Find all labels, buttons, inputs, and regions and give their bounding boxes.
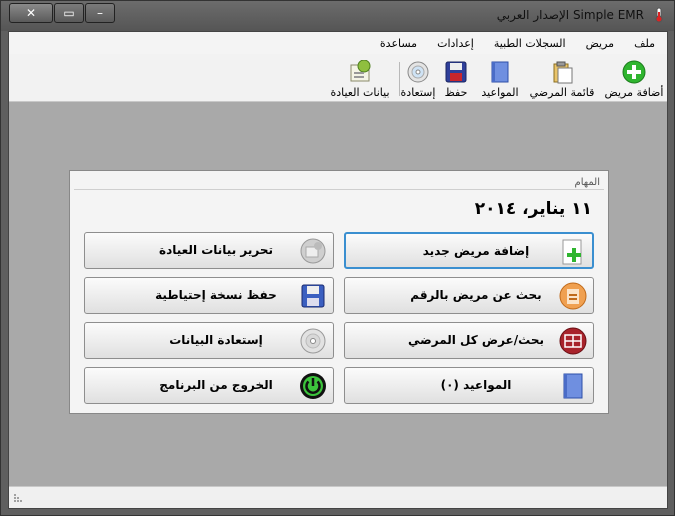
menu-help[interactable]: مساعدة bbox=[380, 37, 417, 50]
search-id-icon bbox=[559, 282, 587, 310]
app-window: ✕ ▭ – Simple EMR الإصدار العربي ملف مريض… bbox=[0, 0, 675, 516]
power-icon bbox=[300, 373, 326, 399]
add-document-icon bbox=[562, 239, 582, 265]
status-bar bbox=[9, 486, 667, 508]
toolbar-label: قائمة المرضي bbox=[529, 86, 595, 99]
button-label: تحرير بيانات العيادة bbox=[159, 243, 273, 257]
appointments-book-icon bbox=[491, 61, 509, 83]
menu-patient[interactable]: مريض bbox=[586, 37, 615, 50]
window-title: Simple EMR الإصدار العربي bbox=[496, 8, 644, 22]
menu-file[interactable]: ملف bbox=[634, 37, 655, 50]
clinic-settings-icon bbox=[350, 60, 371, 82]
floppy-disk-icon bbox=[445, 61, 467, 83]
button-label: بحث عن مريض بالرقم bbox=[410, 288, 542, 302]
toolbar-label: بيانات العيادة bbox=[330, 86, 390, 99]
appointments-book-icon bbox=[563, 373, 583, 399]
search-patient-by-id-button[interactable]: بحث عن مريض بالرقم bbox=[344, 277, 594, 314]
tasks-panel-title: المهام bbox=[574, 177, 600, 188]
title-bar[interactable]: ✕ ▭ – Simple EMR الإصدار العربي bbox=[1, 1, 674, 31]
toolbar-label: إستعادة bbox=[400, 86, 436, 99]
toolbar-restore-button[interactable]: إستعادة bbox=[400, 57, 436, 99]
main-client-area: ملف مريض السجلات الطبية إعدادات مساعدة أ… bbox=[8, 31, 668, 509]
toolbar-clinic-data-button[interactable]: بيانات العيادة bbox=[327, 57, 393, 99]
save-backup-button[interactable]: حفظ نسخة إحتياطية bbox=[84, 277, 334, 314]
tasks-panel: المهام ١١ يناير، ٢٠١٤ إضافة مريض جديد تح bbox=[69, 170, 609, 414]
exit-program-button[interactable]: الخروج من البرنامج bbox=[84, 367, 334, 404]
restore-data-button[interactable]: إستعادة البيانات bbox=[84, 322, 334, 359]
add-new-patient-button[interactable]: إضافة مريض جديد bbox=[344, 232, 594, 269]
patients-grid-icon bbox=[559, 327, 587, 355]
floppy-disk-icon bbox=[301, 284, 325, 308]
cd-disc-icon bbox=[407, 61, 429, 83]
close-button[interactable]: ✕ bbox=[9, 3, 53, 23]
button-label: بحث/عرض كل المرضي bbox=[408, 333, 544, 347]
toolbar-add-patient-button[interactable]: أضافة مريض bbox=[604, 57, 664, 99]
search-all-patients-button[interactable]: بحث/عرض كل المرضي bbox=[344, 322, 594, 359]
minimize-icon: – bbox=[97, 6, 103, 20]
toolbar-label: حفظ bbox=[444, 86, 468, 99]
button-label: إضافة مريض جديد bbox=[422, 244, 530, 258]
clinic-settings-icon bbox=[300, 238, 326, 264]
toolbar-save-button[interactable]: حفظ bbox=[439, 57, 473, 99]
minimize-button[interactable]: – bbox=[85, 3, 115, 23]
appointments-button[interactable]: المواعيد (٠) bbox=[344, 367, 594, 404]
toolbar-label: المواعيد bbox=[481, 86, 519, 99]
menu-medical-records[interactable]: السجلات الطبية bbox=[494, 37, 566, 50]
maximize-icon: ▭ bbox=[63, 6, 75, 20]
button-label: المواعيد (٠) bbox=[440, 378, 512, 392]
toolbar-patient-list-button[interactable]: قائمة المرضي bbox=[527, 57, 597, 99]
clipboard-icon bbox=[553, 61, 573, 84]
button-label: حفظ نسخة إحتياطية bbox=[155, 288, 277, 302]
button-label: إستعادة البيانات bbox=[169, 333, 263, 347]
menu-settings[interactable]: إعدادات bbox=[437, 37, 474, 50]
toolbar: أضافة مريض قائمة المرضي المواعيد حفظ إست… bbox=[9, 54, 667, 102]
button-label: الخروج من البرنامج bbox=[159, 378, 273, 392]
toolbar-label: أضافة مريض bbox=[604, 86, 664, 99]
divider bbox=[74, 189, 604, 190]
toolbar-appointments-button[interactable]: المواعيد bbox=[479, 57, 521, 99]
maximize-button[interactable]: ▭ bbox=[54, 3, 84, 23]
cd-disc-icon bbox=[300, 328, 326, 354]
edit-clinic-data-button[interactable]: تحرير بيانات العيادة bbox=[84, 232, 334, 269]
resize-grip-icon[interactable] bbox=[13, 493, 23, 503]
close-icon: ✕ bbox=[25, 6, 37, 20]
menu-bar: ملف مريض السجلات الطبية إعدادات مساعدة bbox=[9, 32, 667, 54]
current-date: ١١ يناير، ٢٠١٤ bbox=[474, 199, 592, 219]
add-patient-icon bbox=[622, 60, 646, 84]
app-thermometer-icon bbox=[655, 7, 663, 23]
